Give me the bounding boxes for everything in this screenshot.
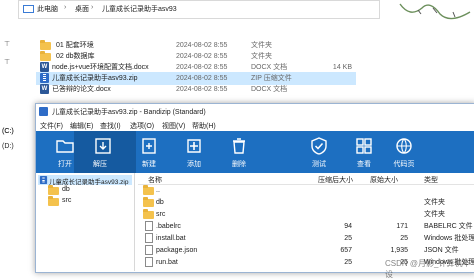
drive-d-label[interactable]: (D:)	[2, 143, 14, 150]
view-grid-icon	[356, 138, 372, 154]
file-icon	[145, 245, 153, 255]
folder-icon	[40, 40, 51, 50]
add-icon	[187, 139, 201, 153]
window-title: 儿童成长记录助手asv93.zip - Bandizip (Standard)	[52, 109, 206, 116]
folder-icon	[48, 196, 59, 206]
toolbar-label: 删除	[232, 161, 246, 168]
file-date: 2024-08-02 8:55	[176, 86, 228, 93]
tree-item-db[interactable]: db	[46, 185, 126, 196]
tree-item-label: db	[62, 186, 70, 193]
watermark-text: CSDN @月影_计算机毕设	[385, 259, 471, 279]
row-packed: 25	[344, 259, 352, 266]
folder-icon	[48, 185, 59, 195]
new-archive-icon	[142, 138, 156, 154]
file-list: 01 配套环境 2024-08-02 8:55 文件夹 02 db数据库 202…	[0, 39, 474, 99]
folder-icon	[143, 209, 154, 219]
tree-panel: 儿童成长记录助手asv93.zip db src	[36, 173, 135, 271]
chevron-right-icon: ›	[64, 4, 67, 11]
zip-icon	[40, 73, 49, 83]
doodle-decoration	[399, 3, 471, 20]
explorer-window: 此电脑 › 桌面 › 儿童成长记录助手asv93 ⊤ ⊤ 01 配套环境 202…	[0, 0, 474, 135]
monitor-icon	[23, 5, 34, 13]
toolbar-label: 代码页	[393, 161, 415, 168]
tree-item-src[interactable]: src	[46, 196, 126, 207]
zip-icon	[39, 176, 48, 184]
shield-check-icon	[311, 137, 327, 155]
file-icon	[145, 233, 153, 243]
menu-edit[interactable]: 编辑(E)	[70, 121, 93, 131]
tree-root-row[interactable]: 儿童成长记录助手asv93.zip	[38, 175, 132, 186]
breadcrumb-folder[interactable]: 儿童成长记录助手asv93	[102, 4, 177, 14]
file-type: DOCX 文档	[251, 86, 288, 93]
title-bar[interactable]: 儿童成长记录助手asv93.zip - Bandizip (Standard)	[36, 104, 474, 119]
folder-icon	[40, 51, 51, 61]
toolbar-label: 解压	[93, 161, 107, 168]
menu-file[interactable]: 文件(F)	[40, 121, 63, 131]
menu-view[interactable]: 视图(V)	[162, 121, 185, 131]
file-name: 已答辩的论文.docx	[52, 86, 111, 93]
folder-icon	[143, 197, 154, 207]
delete-icon	[233, 138, 245, 154]
folder-open-icon	[56, 140, 74, 153]
tree-item-label: src	[62, 197, 72, 204]
extract-icon	[95, 138, 111, 154]
toolbar-codepage-button[interactable]: 代码页	[375, 131, 433, 173]
drive-c-label[interactable]: (C:)	[2, 128, 14, 135]
word-icon: W	[40, 62, 49, 72]
folder-up-icon	[143, 185, 154, 195]
chevron-right-icon: ›	[91, 4, 94, 11]
menu-find[interactable]: 查找(I)	[100, 121, 121, 131]
bandizip-app-icon	[39, 107, 48, 116]
row-name: run.bat	[156, 259, 178, 266]
breadcrumb-desktop[interactable]: 桌面	[75, 4, 89, 14]
address-bar[interactable]: 此电脑 › 桌面 › 儿童成长记录助手asv93	[18, 0, 380, 19]
globe-icon	[396, 138, 412, 154]
menu-help[interactable]: 帮助(H)	[192, 121, 216, 131]
breadcrumb-this-pc[interactable]: 此电脑	[37, 4, 58, 14]
toolbar-delete-button[interactable]: 删除	[210, 131, 268, 173]
menu-bar: 文件(F) 编辑(E) 查找(I) 选项(O) 视图(V) 帮助(H)	[36, 119, 474, 131]
word-icon: W	[40, 84, 49, 94]
menu-options[interactable]: 选项(O)	[130, 121, 154, 131]
file-icon	[145, 221, 153, 231]
file-icon	[145, 257, 153, 267]
file-row[interactable]: W 已答辩的论文.docx 2024-08-02 8:55 DOCX 文档	[0, 83, 474, 96]
